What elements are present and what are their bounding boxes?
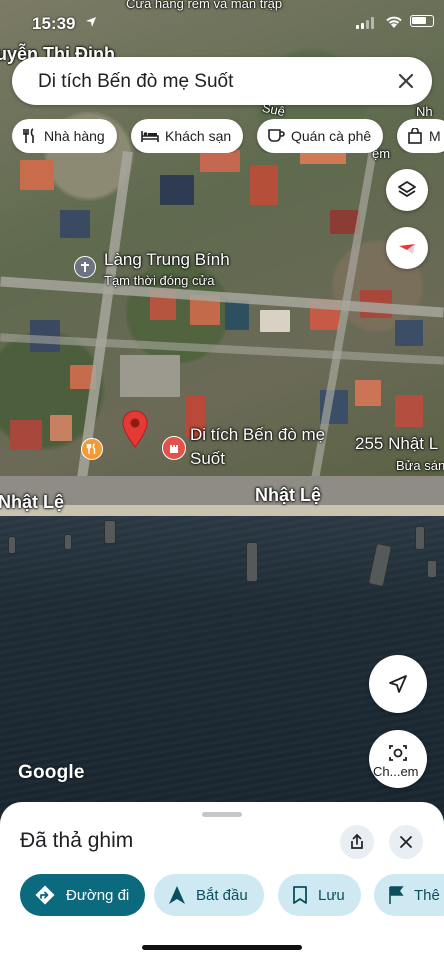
cross-icon — [81, 262, 89, 272]
fork-knife-icon — [86, 443, 96, 454]
main-road — [0, 476, 444, 508]
my-location-button[interactable] — [369, 655, 427, 713]
lens-button[interactable]: Ch...em — [369, 730, 427, 788]
status-time: 15:39 — [32, 14, 76, 33]
close-icon[interactable] — [394, 69, 418, 93]
boat — [64, 534, 72, 550]
sheet-title: Đã thả ghim — [20, 829, 134, 852]
road-label: Nhật Lệ — [255, 485, 322, 505]
home-indicator[interactable] — [142, 945, 302, 950]
lens-label: Ch...em — [373, 764, 419, 779]
map-pin-icon — [122, 410, 148, 448]
add-label-button[interactable]: Thê — [374, 874, 444, 916]
chip-shopping[interactable]: M — [397, 119, 444, 153]
directions-icon — [35, 885, 55, 905]
chip-label: M — [429, 128, 441, 144]
chip-label: Nhà hàng — [44, 128, 105, 144]
boat — [104, 520, 116, 544]
share-button[interactable] — [340, 825, 374, 859]
boat — [8, 536, 16, 554]
action-label: Thê — [414, 886, 440, 904]
action-label: Lưu — [318, 886, 345, 904]
chip-hotels[interactable]: Khách sạn — [131, 119, 244, 153]
building — [395, 320, 423, 346]
directions-button[interactable]: Đường đi — [20, 874, 146, 916]
battery-icon — [410, 15, 434, 27]
flag-icon — [389, 886, 404, 904]
landmark-label[interactable]: Di tích Bến đò mẹ — [190, 425, 325, 445]
coffee-icon — [268, 129, 285, 142]
landmark-label-line2[interactable]: Suốt — [190, 449, 225, 469]
sheet-drag-handle[interactable] — [202, 812, 242, 817]
restaurant-icon — [23, 128, 34, 143]
save-button[interactable]: Lưu — [278, 874, 361, 916]
wifi-icon — [386, 16, 402, 28]
chip-cafes[interactable]: Quán cà phê — [257, 119, 384, 153]
action-label: Bắt đầu — [196, 886, 248, 904]
address-sub-label: Bửa sán — [396, 458, 444, 473]
poi-label-partial: Nh — [416, 104, 433, 119]
action-label: Đường đi — [66, 886, 130, 904]
layers-icon — [398, 181, 416, 197]
bottom-sheet[interactable]: Đã thả ghim Đường đi Bắt đầu Lưu Thê — [0, 802, 444, 960]
dropped-pin[interactable] — [121, 410, 149, 448]
boat — [415, 526, 425, 550]
layers-button[interactable] — [386, 169, 428, 211]
building — [355, 380, 381, 406]
building — [395, 395, 423, 427]
google-attribution: Google — [18, 762, 85, 783]
castle-icon — [170, 445, 178, 453]
road-label: Nhật Lệ — [0, 492, 65, 512]
chip-label: Khách sạn — [165, 128, 232, 144]
building — [160, 175, 194, 205]
chip-label: Quán cà phê — [291, 128, 372, 144]
restaurant-marker[interactable] — [81, 438, 103, 460]
boat — [246, 542, 258, 582]
open-lot — [120, 355, 180, 397]
building — [10, 420, 42, 450]
compass-icon — [399, 244, 415, 254]
building — [250, 165, 278, 205]
bookmark-icon — [293, 886, 307, 904]
place-label[interactable]: Làng Trung Bính — [104, 250, 230, 270]
building — [260, 310, 290, 332]
navigation-arrow-icon — [389, 675, 407, 693]
location-arrow-icon — [86, 17, 96, 27]
status-bar: 15:39 Cửa hàng rèm và màn trập — [0, 0, 444, 46]
place-status: Tạm thời đóng cửa — [104, 273, 215, 288]
building — [60, 210, 90, 238]
cellular-signal-icon — [356, 17, 374, 29]
category-chips: Nhà hàng Khách sạn Quán cà phê M — [12, 119, 444, 153]
close-icon — [400, 836, 412, 848]
place-marker[interactable] — [74, 256, 96, 278]
landmark-marker[interactable] — [162, 436, 186, 460]
close-sheet-button[interactable] — [389, 825, 423, 859]
shopping-bag-icon — [408, 128, 422, 144]
poi-label-top: Cửa hàng rèm và màn trập — [126, 0, 283, 11]
building — [200, 150, 240, 172]
navigation-arrow-icon — [169, 886, 185, 904]
camera-search-icon — [389, 745, 407, 761]
boat — [427, 560, 437, 578]
share-icon — [351, 833, 363, 849]
hotel-icon — [141, 131, 159, 142]
building — [225, 300, 249, 330]
search-query[interactable]: Di tích Bến đò mẹ Suốt — [38, 71, 233, 93]
building — [20, 160, 54, 190]
compass-button[interactable] — [386, 227, 428, 269]
chip-restaurants[interactable]: Nhà hàng — [12, 119, 117, 153]
start-button[interactable]: Bắt đầu — [154, 874, 264, 916]
address-label[interactable]: 255 Nhật L — [355, 434, 438, 454]
search-bar[interactable]: Di tích Bến đò mẹ Suốt — [12, 57, 432, 105]
building — [50, 415, 72, 441]
